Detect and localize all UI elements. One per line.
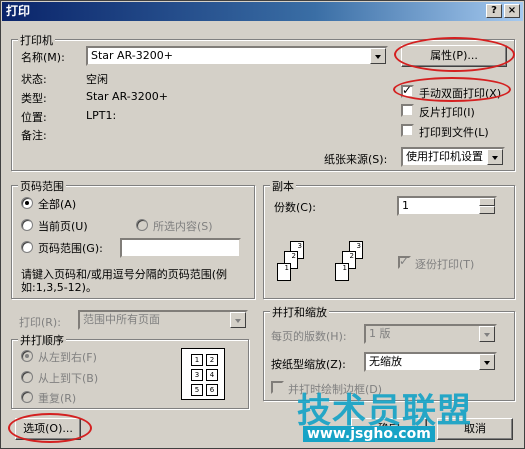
order-ttb-radio xyxy=(21,371,33,383)
help-button[interactable]: ? xyxy=(486,4,502,18)
order-ltr-radio xyxy=(21,350,33,362)
range-current-label[interactable]: 当前页(U) xyxy=(38,218,88,234)
radio-dot xyxy=(25,354,29,358)
type-value: Star AR-3200+ xyxy=(86,90,168,103)
close-button[interactable]: × xyxy=(504,4,520,18)
range-current-radio[interactable] xyxy=(21,219,33,231)
chevron-down-icon xyxy=(230,312,246,328)
range-all-radio[interactable] xyxy=(21,197,33,209)
comment-label: 备注: xyxy=(21,129,47,142)
printer-name-select[interactable]: Star AR-3200+ xyxy=(86,46,388,66)
page-range-input[interactable] xyxy=(120,238,241,258)
print-to-file-label[interactable]: 打印到文件(L) xyxy=(419,124,489,140)
title-bar: 打印 xyxy=(2,2,523,21)
range-selection-label: 所选内容(S) xyxy=(153,220,213,233)
range-pages-radio[interactable] xyxy=(21,241,33,253)
type-label: 类型: xyxy=(21,92,47,105)
scale-select[interactable]: 无缩放 xyxy=(364,352,497,372)
chevron-down-icon xyxy=(479,326,495,342)
chevron-down-icon[interactable] xyxy=(479,354,495,370)
where-label: 位置: xyxy=(21,111,47,124)
copies-spinner[interactable]: 1 xyxy=(397,196,497,216)
mirror-checkbox[interactable] xyxy=(401,104,414,117)
print-to-file-checkbox[interactable] xyxy=(401,124,414,137)
highlight-options xyxy=(8,413,92,443)
radio-dot xyxy=(25,201,29,205)
zoom-group-title: 并打和缩放 xyxy=(270,304,329,320)
order-repeat-radio xyxy=(21,391,33,403)
order-preview: 1 2 3 4 5 6 xyxy=(181,348,225,400)
printer-name-value: Star AR-3200+ xyxy=(91,49,173,62)
paper-source-select[interactable]: 使用打印机设置 xyxy=(401,147,505,167)
preview-page: 1 xyxy=(191,354,203,366)
status-label: 状态: xyxy=(21,73,47,86)
preview-page: 3 xyxy=(191,369,203,381)
spin-down-icon[interactable] xyxy=(479,206,495,214)
highlight-properties xyxy=(394,37,515,72)
paper-source-label: 纸张来源(S): xyxy=(324,153,388,166)
where-value: LPT1: xyxy=(86,109,117,122)
scale-label: 按纸型缩放(Z): xyxy=(271,358,346,371)
order-ltr-label: 从左到右(F) xyxy=(38,351,97,364)
order-ttb-label: 从上到下(B) xyxy=(38,372,99,385)
copies-group-title: 副本 xyxy=(270,178,296,194)
collate-label: 逐份打印(T) xyxy=(415,258,475,271)
spin-up-icon[interactable] xyxy=(479,198,495,206)
check-icon: ✓ xyxy=(399,254,410,268)
page-range-group-title: 页码范围 xyxy=(18,178,66,194)
range-selection-radio xyxy=(136,219,148,231)
preview-page: 4 xyxy=(206,369,218,381)
pages-per-sheet-value: 1 版 xyxy=(369,327,391,340)
mirror-label[interactable]: 反片打印(I) xyxy=(419,104,475,120)
pages-per-sheet-label: 每页的版数(H): xyxy=(271,330,347,343)
copies-value: 1 xyxy=(402,199,409,212)
paper-source-value: 使用打印机设置 xyxy=(406,150,483,163)
highlight-duplex xyxy=(393,77,511,102)
page-range-hint: 请键入页码和/或用逗号分隔的页码范围(例如:1,3,5-12)。 xyxy=(21,268,227,294)
scale-value: 无缩放 xyxy=(369,355,402,368)
range-all-label[interactable]: 全部(A) xyxy=(38,196,76,212)
watermark-text: 技术员联盟 xyxy=(297,391,472,431)
chevron-down-icon[interactable] xyxy=(487,149,503,165)
collate-checkbox: ✓ xyxy=(398,254,411,269)
watermark-url: www.jsgho.com xyxy=(303,426,435,442)
printer-group-title: 打印机 xyxy=(18,32,55,48)
order-repeat-label: 重复(R) xyxy=(38,392,77,405)
print-what-select: 范围中所有页面 xyxy=(78,310,248,330)
window-title: 打印 xyxy=(6,4,31,18)
draw-border-checkbox xyxy=(271,381,284,394)
chevron-down-icon[interactable] xyxy=(370,48,386,64)
pages-per-sheet-select: 1 版 xyxy=(364,324,497,344)
status-value: 空闲 xyxy=(86,73,108,86)
print-what-label: 打印(R): xyxy=(19,316,61,329)
preview-page: 2 xyxy=(206,354,218,366)
preview-page: 6 xyxy=(206,384,218,396)
name-label: 名称(M): xyxy=(21,51,65,64)
order-group-title: 并打顺序 xyxy=(18,332,66,348)
print-dialog: 打印 ? × 打印机 名称(M): Star AR-3200+ 属性(P)...… xyxy=(0,0,525,449)
range-pages-label[interactable]: 页码范围(G): xyxy=(38,240,103,256)
copies-label: 份数(C): xyxy=(274,201,316,214)
preview-page: 5 xyxy=(191,384,203,396)
print-what-value: 范围中所有页面 xyxy=(83,313,160,326)
